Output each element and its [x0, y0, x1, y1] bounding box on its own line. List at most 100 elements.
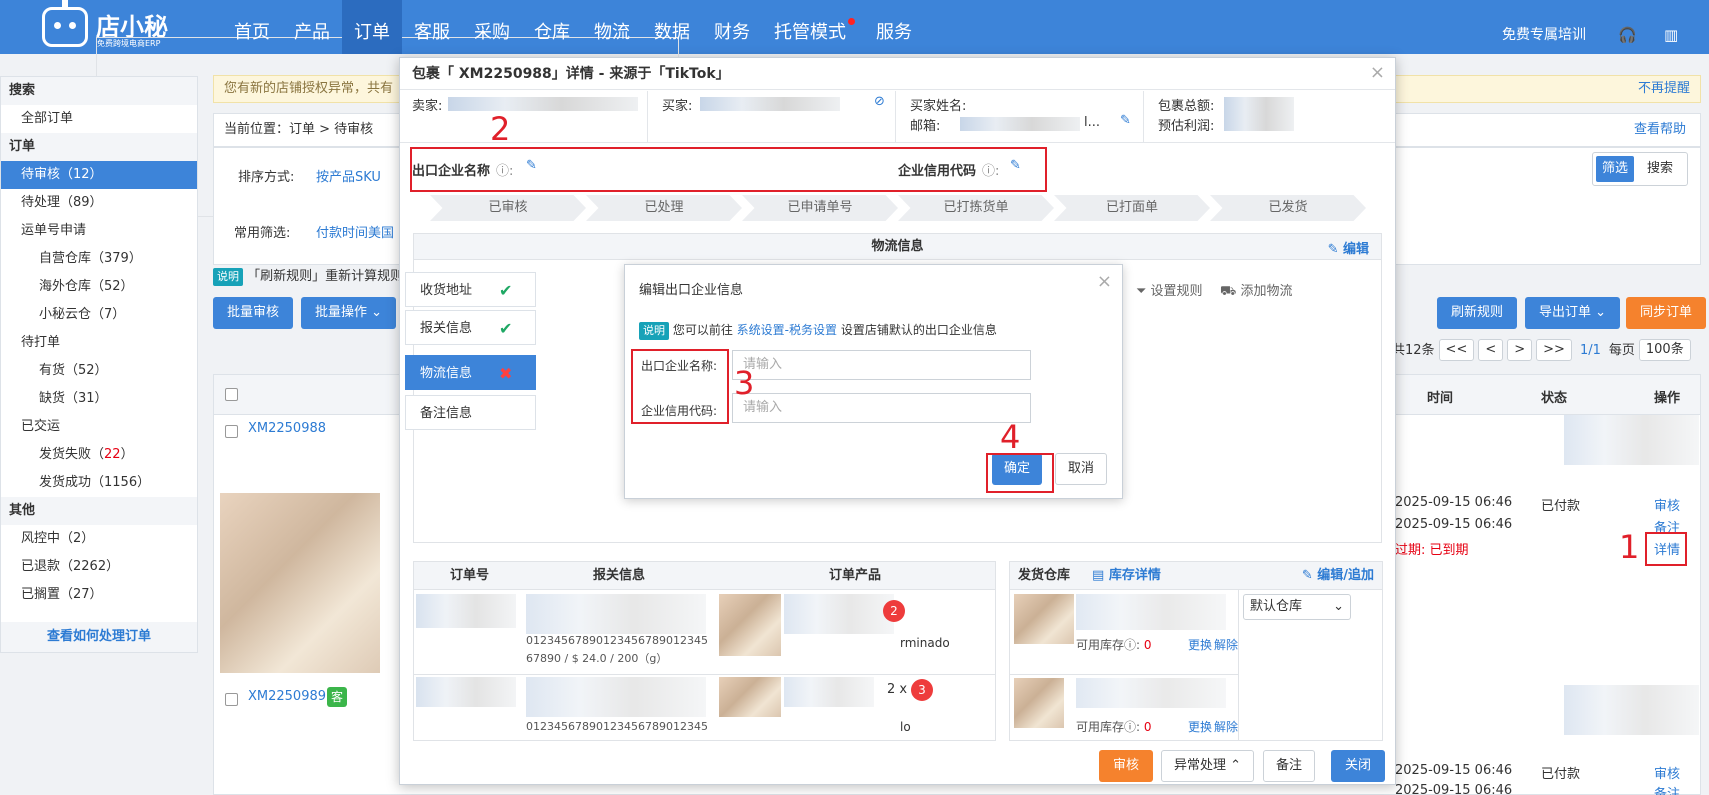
sidebar-item-own-warehouse[interactable]: 自营仓库（379）	[1, 245, 197, 273]
cancel-button[interactable]: 取消	[1055, 453, 1108, 485]
note-link[interactable]: 备注	[1654, 783, 1680, 795]
add-logistics-button[interactable]: ⛟ 添加物流	[1220, 280, 1293, 301]
close-icon[interactable]: ×	[1097, 271, 1112, 292]
nav-finance[interactable]: 财务	[702, 0, 762, 54]
credit-code-input[interactable]: 请输入	[732, 393, 1031, 423]
book-icon[interactable]: ▥	[1664, 26, 1678, 44]
select-all-checkbox[interactable]	[225, 388, 238, 401]
sidebar-item-on-hold[interactable]: 已搁置（27）	[1, 581, 197, 609]
edit-add-link[interactable]: ✎ 编辑/追加	[1302, 562, 1374, 590]
edit-icon[interactable]: ✎	[1120, 113, 1131, 128]
rule-note: 说明 「刷新规则」重新计算规则	[213, 267, 403, 287]
nav-products[interactable]: 产品	[282, 0, 342, 54]
sidebar-item-cloud-warehouse[interactable]: 小秘云仓（7）	[1, 301, 197, 329]
tax-settings-link[interactable]: 系统设置-税务设置	[737, 323, 837, 337]
sidebar-item-overseas-warehouse[interactable]: 海外仓库（52）	[1, 273, 197, 301]
order-id-link[interactable]: XM2250988	[248, 421, 326, 436]
help-link[interactable]: 查看帮助	[1634, 114, 1686, 146]
prev-page-button[interactable]: <	[1478, 339, 1504, 361]
nav-services[interactable]: 服务	[864, 0, 924, 54]
free-training-link[interactable]: 免费专属培训	[1502, 24, 1586, 44]
sidebar-item-shipped[interactable]: 已交运	[1, 413, 197, 441]
order-id-link[interactable]: XM2250989	[248, 689, 326, 704]
set-rule-button[interactable]: ⏷ 设置规则	[1136, 280, 1203, 299]
exception-button[interactable]: 异常处理 ⌃	[1161, 750, 1255, 782]
review-link[interactable]: 审核	[1654, 763, 1680, 782]
row-checkbox[interactable]	[225, 425, 238, 438]
replace-link[interactable]: 更换	[1188, 718, 1212, 735]
note-tag: 说明	[213, 268, 243, 286]
pkg-total-label: 包裹总额:	[1158, 99, 1215, 114]
filter-button[interactable]: 筛选	[1596, 156, 1635, 182]
sort-option[interactable]: 按产品SKU	[316, 166, 381, 185]
qty-badge: 3	[911, 679, 933, 701]
dismiss-notice-link[interactable]: 不再提醒	[1638, 76, 1690, 102]
tab-shipping-address[interactable]: 收货地址 ✔	[405, 272, 536, 307]
order-time-1: 2025-09-15 06:46	[1395, 763, 1513, 778]
sidebar-item-refunded[interactable]: 已退款（2262）	[1, 553, 197, 581]
blurred-product-image	[1014, 594, 1074, 644]
close-button[interactable]: 关闭	[1331, 750, 1386, 782]
buyer-name-label: 买家姓名:	[910, 99, 967, 114]
next-page-button[interactable]: >	[1507, 339, 1533, 361]
release-link[interactable]: 解除	[1214, 636, 1238, 653]
sidebar-item-pending-review[interactable]: 待审核（12）	[1, 161, 197, 189]
logo[interactable]: 店小秘 免费跨境电商ERP	[42, 0, 679, 217]
sync-order-button[interactable]: 同步订单	[1626, 297, 1707, 329]
chevron-up-icon: ⌃	[1230, 758, 1242, 773]
tab-remark-info[interactable]: 备注信息	[405, 395, 536, 430]
last-page-button[interactable]: >>	[1536, 339, 1572, 361]
tab-label: 报关信息	[420, 321, 473, 336]
payment-status: 已付款	[1541, 767, 1581, 782]
sidebar-item-to-process[interactable]: 待处理（89）	[1, 189, 197, 217]
blurred-amount	[1224, 97, 1294, 131]
available-stock: 可用库存ⓘ: 0	[1076, 720, 1152, 734]
nav-service[interactable]: 客服	[402, 0, 462, 54]
common-filter-option[interactable]: 付款时间美国	[316, 222, 394, 241]
export-order-button[interactable]: 导出订单 ⌄	[1525, 297, 1621, 329]
order-time-2: 2025-09-15 06:46	[1395, 783, 1513, 795]
row-checkbox[interactable]	[225, 693, 238, 706]
sidebar-item-all-orders[interactable]: 全部订单	[1, 105, 197, 133]
company-name-input[interactable]: 请输入	[732, 350, 1031, 380]
col-status: 状态	[1541, 391, 1568, 406]
sidebar-item-tracking-apply[interactable]: 运单号申请	[1, 217, 197, 245]
nav-hosting[interactable]: 托管模式	[762, 0, 864, 54]
nav-purchase[interactable]: 采购	[462, 0, 522, 54]
first-page-button[interactable]: <<	[1438, 339, 1475, 361]
block-icon[interactable]: ⊘	[874, 94, 885, 109]
logistics-edit-button[interactable]: ✎ 编辑	[1328, 238, 1369, 257]
review-link[interactable]: 审核	[1654, 495, 1680, 514]
sidebar-item-ship-success[interactable]: 发货成功（1156）	[1, 469, 197, 497]
stock-detail-link[interactable]: ▤ 库存详情	[1092, 562, 1161, 590]
edit-add-label: 编辑/追加	[1317, 568, 1374, 583]
warehouse-select[interactable]: 默认仓库 ⌄	[1243, 594, 1351, 620]
note-button[interactable]: 备注	[1263, 750, 1316, 782]
batch-review-button[interactable]: 批量审核	[213, 297, 294, 329]
sidebar-item-risk-control[interactable]: 风控中（2）	[1, 525, 197, 553]
col-ops: 操作	[1654, 391, 1681, 406]
sidebar-item-out-of-stock[interactable]: 缺货（31）	[1, 385, 197, 413]
search-button[interactable]: 搜索	[1647, 156, 1673, 182]
refresh-rule-button[interactable]: 刷新规则	[1437, 297, 1518, 329]
nav-logistics[interactable]: 物流	[582, 0, 642, 54]
how-to-process-link[interactable]: 查看如何处理订单	[1, 622, 197, 652]
replace-link[interactable]: 更换	[1188, 636, 1212, 653]
tab-logistics-info[interactable]: 物流信息 ✖	[405, 355, 536, 390]
per-page-select[interactable]: 100条	[1638, 339, 1691, 361]
sidebar-item-to-print[interactable]: 待打单	[1, 329, 197, 357]
batch-ops-button[interactable]: 批量操作 ⌄	[301, 297, 397, 329]
review-button[interactable]: 审核	[1099, 750, 1154, 782]
sidebar-item-in-stock[interactable]: 有货（52）	[1, 357, 197, 385]
headset-icon[interactable]: 🎧	[1618, 26, 1637, 44]
nav-home[interactable]: 首页	[222, 0, 282, 54]
nav-orders[interactable]: 订单	[342, 0, 402, 54]
close-icon[interactable]: ×	[1370, 62, 1385, 83]
nav-warehouse[interactable]: 仓库	[522, 0, 582, 54]
sidebar-item-ship-failed[interactable]: 发货失败（22）	[1, 441, 197, 469]
release-link[interactable]: 解除	[1214, 718, 1238, 735]
main-nav: 首页 产品 订单 客服 采购 仓库 物流 数据 财务 托管模式 服务	[222, 0, 924, 54]
blurred-customs	[526, 594, 706, 634]
tab-customs-info[interactable]: 报关信息 ✔	[405, 310, 536, 345]
nav-data[interactable]: 数据	[642, 0, 702, 54]
